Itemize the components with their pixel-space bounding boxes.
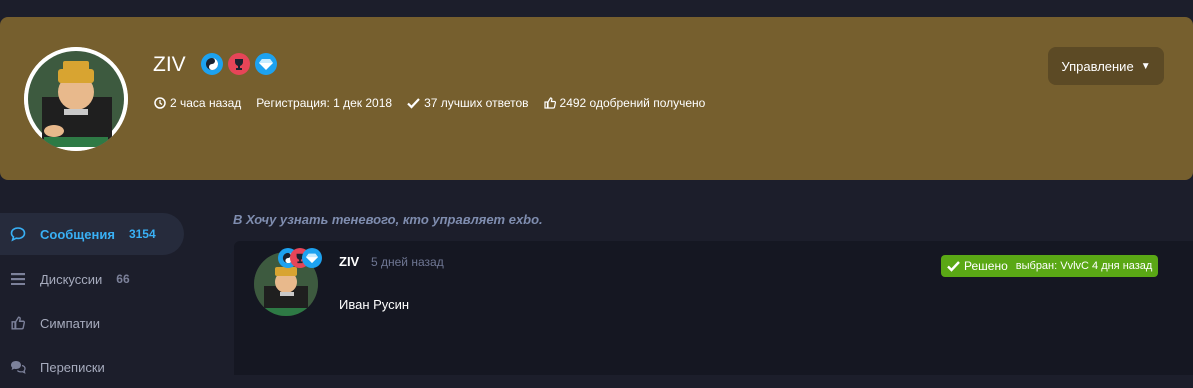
- diamond-icon[interactable]: [255, 53, 277, 75]
- sidebar-item-label: Переписки: [40, 359, 105, 375]
- sidebar-item-label: Симпатии: [40, 315, 101, 331]
- manage-dropdown-button[interactable]: Управление ▼: [1048, 47, 1164, 85]
- diamond-icon[interactable]: [302, 248, 322, 268]
- caret-down-icon: ▼: [1140, 60, 1151, 72]
- likes-received[interactable]: 2492 одобрений получено: [543, 96, 706, 110]
- sidebar-item-label: Сообщения: [40, 226, 115, 242]
- sidebar-item-messages[interactable]: Сообщения 3154: [0, 213, 184, 255]
- registration-date: Регистрация: 1 дек 2018: [256, 96, 392, 110]
- profile-username[interactable]: ZIV: [153, 53, 186, 77]
- clock-icon: [154, 97, 166, 109]
- last-seen-text: 2 часа назад: [170, 96, 242, 110]
- chat-icon: [3, 360, 33, 374]
- sidebar-item-count: 3154: [128, 227, 156, 241]
- thumbs-up-icon: [3, 316, 33, 330]
- solved-by: выбран: VvlvC 4 дня назад: [1015, 260, 1153, 272]
- thread-prefix: В: [233, 212, 243, 227]
- thumbs-up-icon: [543, 97, 556, 109]
- best-answers[interactable]: 37 лучших ответов: [407, 96, 529, 110]
- trophy-icon[interactable]: [228, 53, 250, 75]
- solved-badge: Решено выбран: VvlvC 4 дня назад: [941, 255, 1159, 277]
- thread-title: Хочу узнать теневого, кто управляет exbo…: [246, 212, 543, 227]
- registration-text: Регистрация: 1 дек 2018: [256, 96, 393, 110]
- solved-label: Решено: [964, 259, 1008, 273]
- profile-avatar[interactable]: [24, 47, 128, 151]
- likes-text: 2492 одобрений получено: [559, 96, 706, 110]
- sidebar-item-label: Дискуссии: [40, 271, 103, 287]
- best-answers-text: 37 лучших ответов: [424, 96, 529, 110]
- yin-yang-icon[interactable]: [201, 53, 223, 75]
- checkmark-icon: [407, 98, 420, 109]
- post-author[interactable]: ZIV: [339, 254, 359, 269]
- sidebar-item-count: 66: [116, 272, 130, 286]
- checkmark-icon: [947, 260, 960, 272]
- list-icon: [3, 273, 33, 285]
- sidebar-item-discussions[interactable]: Дискуссии 66: [0, 258, 184, 300]
- post-timestamp[interactable]: 5 дней назад: [371, 255, 444, 269]
- post-body: Иван Русин: [339, 297, 410, 312]
- profile-stats: 2 часа назад Регистрация: 1 дек 2018 37 …: [154, 96, 720, 110]
- thread-title-link[interactable]: В Хочу узнать теневого, кто управляет ex…: [233, 212, 543, 227]
- manage-label: Управление: [1061, 58, 1134, 74]
- comment-icon: [3, 226, 33, 242]
- sidebar-item-conversations[interactable]: Переписки: [0, 346, 184, 388]
- last-seen: 2 часа назад: [154, 96, 241, 110]
- sidebar-item-likes[interactable]: Симпатии: [0, 302, 184, 344]
